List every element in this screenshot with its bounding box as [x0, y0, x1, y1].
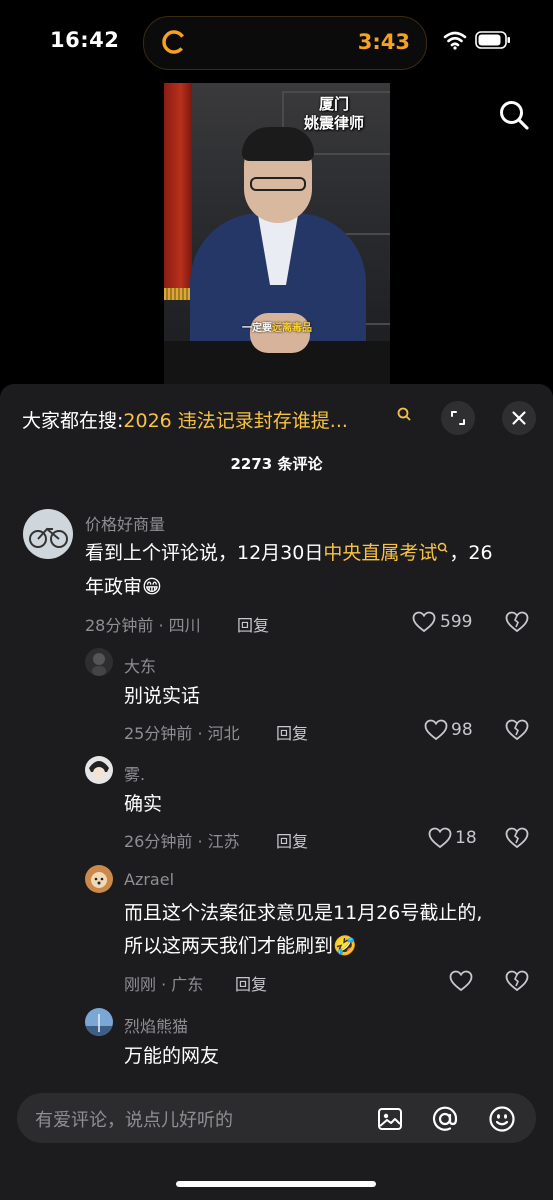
- heart-icon[interactable]: [412, 611, 436, 633]
- dog-icon: [91, 872, 107, 888]
- status-time: 16:42: [50, 28, 120, 52]
- search-icon[interactable]: [498, 99, 530, 131]
- broken-heart-icon[interactable]: [505, 970, 529, 992]
- reply-button[interactable]: 回复: [237, 612, 269, 636]
- comment-meta: 25分钟前 · 河北: [124, 724, 240, 743]
- video-caption: 厦门 姚震律师: [284, 95, 384, 133]
- comment-input[interactable]: 有爱评论，说点儿好听的: [17, 1093, 536, 1143]
- landscape-icon: [85, 1014, 113, 1036]
- comment-input-placeholder: 有爱评论，说点儿好听的: [35, 1110, 233, 1131]
- heart-icon[interactable]: [424, 719, 448, 741]
- comment-search-link[interactable]: 中央直属考试: [323, 542, 437, 564]
- comment-text: 确实: [124, 793, 163, 815]
- video-caption-line2: 姚震律师: [303, 114, 364, 132]
- comment-text-line2: 年政审😁: [85, 576, 162, 598]
- home-indicator[interactable]: [176, 1181, 376, 1187]
- video-caption-line1: 厦门: [318, 95, 349, 113]
- comment-text-part: 看到上个评论说，12月30日: [85, 542, 324, 564]
- broken-heart-icon[interactable]: [505, 827, 529, 849]
- battery-icon: [475, 31, 510, 49]
- reply-button[interactable]: 回复: [276, 828, 308, 852]
- broken-heart-icon[interactable]: [505, 719, 529, 741]
- subtitle-highlight: 远离毒品: [272, 323, 312, 334]
- heart-icon[interactable]: [428, 827, 452, 849]
- heart-icon[interactable]: [449, 970, 473, 992]
- trending-prefix: 大家都在搜:: [22, 410, 124, 432]
- broken-heart-icon[interactable]: [505, 611, 529, 633]
- comment-count: 2273 条评论: [230, 455, 323, 473]
- banner-fringe: [164, 288, 192, 300]
- avatar[interactable]: [85, 1008, 113, 1036]
- like-count: 18: [455, 828, 477, 848]
- comment-username[interactable]: Azrael: [124, 870, 174, 889]
- status-bar: 16:42 3:43: [0, 0, 553, 80]
- comment-username[interactable]: 雾.: [124, 761, 145, 785]
- close-icon: [512, 411, 526, 425]
- avatar[interactable]: [85, 648, 113, 676]
- subtitle-plain: 一定要: [242, 323, 272, 334]
- comment-meta: 26分钟前 · 江苏: [124, 832, 240, 851]
- presenter-glasses: [250, 177, 306, 191]
- trending-query[interactable]: 2026 违法记录封存谁提...: [123, 410, 348, 432]
- person-icon: [92, 653, 106, 676]
- mention-icon[interactable]: [431, 1105, 459, 1133]
- search-icon: [438, 542, 448, 553]
- search-icon: [397, 407, 411, 421]
- comment-text-line1: 而且这个法案征求意见是11月26号截止的,: [124, 902, 483, 924]
- comment-username[interactable]: 价格好商量: [85, 511, 165, 535]
- comment-text: 别说实话: [124, 685, 201, 707]
- emoji-icon[interactable]: [488, 1105, 516, 1133]
- image-icon[interactable]: [376, 1105, 404, 1133]
- comment-text-part: ，26: [449, 542, 493, 564]
- like-count: 98: [451, 720, 473, 740]
- avatar[interactable]: [85, 865, 113, 893]
- comment-text: 万能的网友: [124, 1045, 220, 1067]
- video-player[interactable]: 厦门 姚震律师 一定要远离毒品: [164, 83, 390, 388]
- expand-icon: [451, 411, 465, 425]
- dynamic-island[interactable]: 3:43: [143, 16, 427, 70]
- reply-button[interactable]: 回复: [276, 720, 308, 744]
- avatar[interactable]: [23, 509, 73, 559]
- comment-meta: 刚刚 · 广东: [124, 975, 204, 994]
- like-count: 599: [440, 612, 473, 632]
- close-button[interactable]: [502, 401, 536, 435]
- comment-text: 看到上个评论说，12月30日中央直属考试 ，26: [85, 536, 493, 570]
- island-timer: 3:43: [357, 30, 410, 54]
- red-banner: [164, 83, 192, 298]
- comment-meta: 28分钟前 · 四川: [85, 616, 201, 635]
- wifi-icon: [443, 31, 467, 50]
- avatar[interactable]: [85, 756, 113, 784]
- comment-username[interactable]: 烈焰熊猫: [124, 1013, 188, 1037]
- expand-button[interactable]: [441, 401, 475, 435]
- comment-text-line2: 所以这两天我们才能刷到🤣: [124, 935, 357, 957]
- trending-search[interactable]: 大家都在搜:2026 违法记录封存谁提...: [22, 406, 402, 433]
- comments-sheet: 大家都在搜:2026 违法记录封存谁提... 2273 条评论: [0, 384, 553, 1200]
- bicycle-icon: [29, 527, 68, 548]
- timer-ring-icon: [162, 30, 186, 54]
- anime-character-icon: [89, 761, 109, 779]
- comment-username[interactable]: 大东: [124, 653, 156, 677]
- reply-button[interactable]: 回复: [235, 971, 267, 995]
- video-subtitle: 一定要远离毒品: [164, 319, 390, 334]
